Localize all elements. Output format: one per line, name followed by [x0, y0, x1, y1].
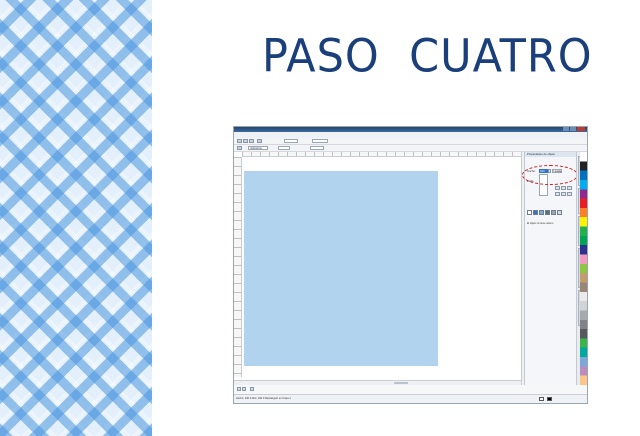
corner-chamfer-icon[interactable]	[567, 186, 572, 190]
first-page-icon[interactable]	[237, 387, 241, 391]
page-size-icon[interactable]	[237, 146, 242, 150]
nudge-field[interactable]	[278, 146, 290, 150]
color-palette[interactable]	[580, 152, 587, 385]
red-dashed-highlight	[522, 165, 578, 185]
new-document-icon[interactable]	[237, 139, 242, 143]
corner-round-icon[interactable]	[555, 186, 560, 190]
corner-option-icon[interactable]	[567, 192, 572, 196]
docker-note: El objeto no tiene relleno	[527, 222, 554, 225]
corner-option-icon[interactable]	[555, 192, 560, 196]
units-select[interactable]: milimetros	[248, 146, 268, 150]
status-text: Ancho: 100.0 Alto: 100.0 Rectángulo en C…	[236, 397, 291, 400]
texture-fill-icon[interactable]	[551, 210, 556, 215]
corner-option-icon[interactable]	[561, 192, 566, 196]
zoom-field[interactable]	[284, 139, 298, 143]
page-title: PASO CUATRO	[262, 30, 593, 84]
status-bar: Ancho: 100.0 Alto: 100.0 Rectángulo en C…	[234, 394, 587, 403]
blue-rectangle-object[interactable]	[244, 171, 438, 366]
docker-header: Propiedades de objeto	[525, 152, 576, 157]
property-bar: milimetros	[234, 145, 587, 152]
object-properties-docker: Propiedades de objeto Ancho: 100 Lineale…	[524, 152, 576, 385]
page-navigator	[234, 385, 587, 394]
save-icon[interactable]	[249, 139, 254, 143]
minimize-button[interactable]	[563, 127, 569, 131]
vertical-ruler	[234, 157, 242, 377]
x-position-field[interactable]	[310, 146, 324, 150]
close-button[interactable]	[577, 127, 585, 131]
standard-toolbar	[234, 138, 587, 145]
fill-indicator-icon[interactable]	[539, 397, 544, 401]
drawing-canvas[interactable]	[242, 157, 521, 380]
pattern-fill-icon[interactable]	[545, 210, 550, 215]
print-icon[interactable]	[257, 139, 262, 143]
gingham-pattern-panel	[0, 0, 152, 436]
next-page-icon[interactable]	[250, 387, 254, 391]
uniform-fill-icon[interactable]	[533, 210, 538, 215]
outline-indicator-icon[interactable]	[547, 397, 552, 401]
open-icon[interactable]	[243, 139, 248, 143]
snap-to-field[interactable]	[312, 139, 328, 143]
fountain-fill-icon[interactable]	[539, 210, 544, 215]
maximize-button[interactable]	[570, 127, 576, 131]
previous-page-icon[interactable]	[242, 387, 246, 391]
postscript-fill-icon[interactable]	[557, 210, 562, 215]
corner-scallop-icon[interactable]	[561, 186, 566, 190]
no-fill-icon[interactable]	[527, 210, 532, 215]
scroll-thumb[interactable]	[394, 382, 408, 384]
application-screenshot: milimetros Propiedades de objeto Ancho: …	[233, 126, 588, 404]
